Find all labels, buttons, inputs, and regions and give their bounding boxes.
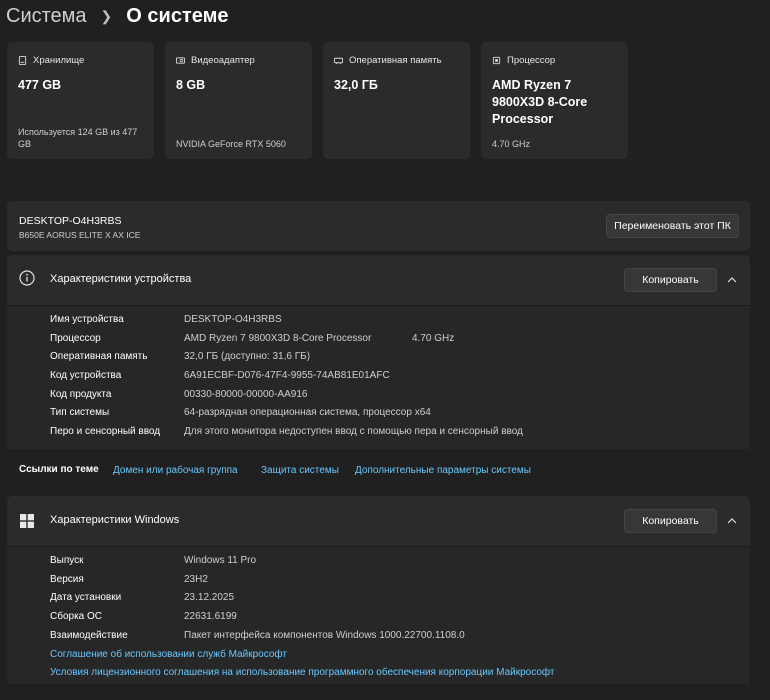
spec-key: Имя устройства (50, 314, 124, 325)
storage-label: Хранилище (33, 55, 85, 66)
windows-specs-section: Характеристики Windows Копировать Выпуск… (7, 496, 750, 684)
domain-workgroup-link[interactable]: Домен или рабочая группа (113, 465, 238, 476)
windows-specs-header[interactable]: Характеристики Windows Копировать (7, 496, 750, 547)
cpu-speed: 4.70 GHz (492, 139, 531, 149)
spec-value: Windows 11 Pro (184, 555, 257, 566)
spec-key: Оперативная память (50, 351, 148, 362)
spec-value: 6A91ECBF-D076-47F4-9955-74AB81E01AFC (184, 370, 390, 381)
breadcrumb: Система ❯ О системе (6, 2, 229, 30)
spec-key: Код устройства (50, 370, 122, 381)
spec-key: Взаимодействие (50, 630, 128, 641)
gpu-card[interactable]: Видеоадаптер 8 GB NVIDIA GeForce RTX 506… (165, 42, 312, 159)
windows-logo-icon (20, 514, 34, 528)
system-protection-link[interactable]: Защита системы (261, 465, 339, 476)
storage-card[interactable]: Хранилище 477 GB Используется 124 GB из … (7, 42, 154, 159)
cpu-label: Процессор (507, 55, 556, 66)
spec-extra: 4.70 GHz (412, 333, 455, 344)
gpu-model: NVIDIA GeForce RTX 5060 (176, 139, 286, 149)
memory-icon (334, 57, 343, 65)
spec-key: Перо и сенсорный ввод (50, 426, 161, 437)
spec-value: Пакет интерфейса компонентов Windows 100… (184, 630, 465, 641)
device-name-bar: DESKTOP-O4H3RBS B650E AORUS ELITE X AX I… (7, 201, 750, 251)
windows-specs-title: Характеристики Windows (50, 514, 180, 526)
device-specs-body: Имя устройства DESKTOP-O4H3RBS Процессор A… (7, 306, 750, 449)
info-icon (19, 270, 35, 286)
spec-key: Выпуск (50, 555, 84, 566)
gpu-value: 8 GB (176, 78, 206, 92)
gpu-label: Видеоадаптер (191, 55, 255, 66)
memory-card[interactable]: Оперативная память 32,0 ГБ (323, 42, 470, 159)
advanced-system-settings-link[interactable]: Дополнительные параметры системы (355, 465, 531, 476)
device-name: DESKTOP-O4H3RBS (19, 215, 122, 227)
spec-value: AMD Ryzen 7 9800X3D 8-Core Processor (184, 333, 372, 344)
device-specs-title: Характеристики устройства (50, 273, 192, 285)
spec-value: 00330-80000-00000-AA916 (184, 389, 308, 400)
spec-key: Дата установки (50, 592, 122, 603)
chevron-up-icon[interactable] (727, 275, 737, 285)
chevron-up-icon[interactable] (727, 516, 737, 526)
spec-value: 23H2 (184, 574, 208, 585)
spec-key: Процессор (50, 333, 101, 344)
device-specs-header[interactable]: Характеристики устройства Копировать (7, 255, 750, 306)
spec-key: Тип системы (50, 407, 110, 418)
gpu-icon (176, 57, 185, 64)
spec-value: 32,0 ГБ (доступно: 31,6 ГБ) (184, 351, 311, 362)
cpu-card[interactable]: Процессор AMD Ryzen 7 9800X3D 8-Core Pro… (481, 42, 628, 159)
chevron-right-icon: ❯ (100, 7, 113, 24)
page-title: О системе (126, 4, 229, 27)
storage-icon (18, 56, 27, 65)
related-links-label: Ссылки по теме (19, 464, 99, 475)
storage-usage: Используется 124 GB из 477 GB (18, 127, 138, 149)
spec-key: Сборка ОС (50, 611, 103, 622)
spec-value: 64-разрядная операционная система, проце… (184, 407, 431, 418)
spec-value: DESKTOP-O4H3RBS (184, 314, 282, 325)
storage-value: 477 GB (18, 78, 62, 92)
copy-windows-specs-button[interactable]: Копировать (624, 509, 717, 533)
device-model: B650E AORUS ELITE X AX ICE (19, 230, 141, 240)
breadcrumb-parent[interactable]: Система (6, 5, 87, 28)
memory-label: Оперативная память (349, 55, 442, 66)
rename-pc-button[interactable]: Переименовать этот ПК (606, 214, 739, 238)
license-terms-link[interactable]: Условия лицензионного соглашения на испо… (50, 667, 555, 678)
spec-value: Для этого монитора недоступен ввод с пом… (184, 426, 523, 437)
spec-key: Версия (50, 574, 84, 585)
device-specs-section: Характеристики устройства Копировать Имя… (7, 255, 750, 449)
copy-device-specs-button[interactable]: Копировать (624, 268, 717, 292)
cpu-icon (492, 56, 501, 65)
services-agreement-link[interactable]: Соглашение об использовании служб Майкро… (50, 649, 287, 660)
spec-value: 23.12.2025 (184, 592, 235, 603)
spec-key: Код продукта (50, 389, 112, 400)
related-links: Ссылки по теме Домен или рабочая группа … (7, 456, 750, 486)
memory-value: 32,0 ГБ (334, 78, 378, 92)
cpu-value: AMD Ryzen 7 9800X3D 8-Core Processor (492, 78, 588, 126)
windows-specs-body: Выпуск Windows 11 Pro Версия 23H2 Дата уст… (7, 547, 750, 684)
spec-value: 22631.6199 (184, 611, 237, 622)
